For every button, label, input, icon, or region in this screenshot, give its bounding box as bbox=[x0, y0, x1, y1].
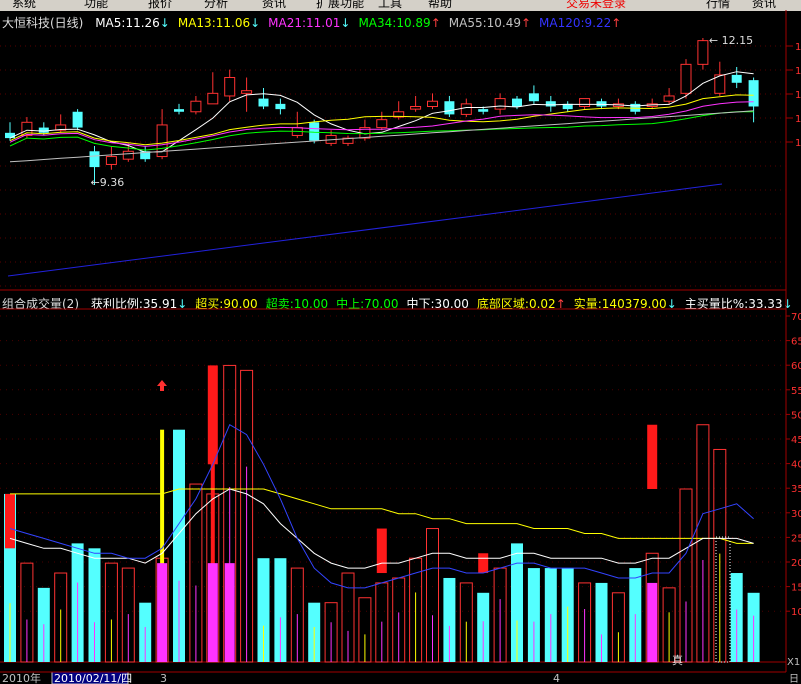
candle-down bbox=[174, 109, 184, 112]
cursor-box bbox=[715, 536, 731, 663]
month-mark-3: 3 bbox=[160, 672, 167, 684]
year-label: 2010年 bbox=[2, 671, 41, 684]
volume-magenta-fill bbox=[157, 563, 168, 662]
candle-down bbox=[5, 132, 15, 139]
vol-tick-label: 45 bbox=[791, 435, 801, 446]
volume-red-segment bbox=[478, 553, 489, 574]
candle-down bbox=[528, 93, 539, 102]
vol-tick-label: 25 bbox=[791, 533, 801, 544]
candle-up bbox=[663, 95, 675, 102]
month-mark-4: 4 bbox=[553, 672, 560, 684]
vol-tick-label: 30 bbox=[791, 509, 801, 520]
price-tick-label: 1 bbox=[795, 114, 801, 125]
buy-signal-arrow-icon bbox=[157, 380, 167, 391]
candle-up bbox=[105, 156, 117, 165]
candle-up bbox=[697, 40, 709, 65]
candle-down bbox=[478, 109, 489, 112]
candle-up bbox=[241, 90, 253, 94]
vol-tick-label: 60 bbox=[791, 361, 801, 372]
candle-down bbox=[731, 74, 742, 83]
vol-tick-label: 50 bbox=[791, 410, 801, 421]
candle-up bbox=[410, 105, 422, 110]
corner-label-2: 日 bbox=[789, 674, 799, 684]
high-price-label: ← 12.15 bbox=[709, 34, 753, 47]
candle-up bbox=[376, 119, 388, 129]
candle-up bbox=[190, 100, 202, 113]
candle-down bbox=[545, 101, 556, 107]
candle-down bbox=[444, 101, 455, 115]
candle-up bbox=[460, 103, 472, 115]
candle-down bbox=[275, 103, 286, 110]
candle-down bbox=[258, 98, 269, 107]
vol-tick-label: 40 bbox=[791, 460, 801, 471]
vol-tick-label: 65 bbox=[791, 337, 801, 348]
vol-tick-label: 10 bbox=[791, 607, 801, 618]
kline-chart[interactable]: 1 1 1 1 1 70 65 60 55 50 45 40 35 30 25 20 15 10 ← 12.15 ←9… bbox=[0, 0, 801, 684]
vol-tick-label: 15 bbox=[791, 583, 801, 594]
candle-up bbox=[207, 92, 219, 105]
price-tick-label: 1 bbox=[795, 90, 801, 101]
volume-red-segment bbox=[647, 424, 658, 489]
candle-up bbox=[122, 150, 134, 160]
candle-up bbox=[494, 98, 506, 110]
volume-magenta-fill bbox=[647, 582, 658, 662]
marker-label: 真 bbox=[672, 653, 683, 667]
volume-magenta-fill bbox=[224, 563, 235, 662]
volume-red-segment bbox=[5, 493, 15, 549]
candle-down bbox=[38, 127, 49, 133]
volume-red-segment bbox=[376, 528, 387, 574]
vol-tick-label: 55 bbox=[791, 386, 801, 397]
candle-down bbox=[72, 111, 83, 128]
candle-up bbox=[21, 121, 33, 136]
vol-tick-label: 20 bbox=[791, 558, 801, 569]
vol-tick-label: 70 bbox=[791, 312, 801, 323]
price-tick-label: 1 bbox=[795, 138, 801, 149]
candle-up bbox=[579, 98, 591, 107]
candle-up bbox=[680, 63, 692, 94]
vol-tick-label: 35 bbox=[791, 484, 801, 495]
candle-down bbox=[512, 98, 522, 107]
candle-up bbox=[224, 77, 236, 97]
candle-down bbox=[596, 101, 607, 107]
volume-red-segment bbox=[207, 365, 218, 465]
price-tick-label: 1 bbox=[795, 66, 801, 77]
date-label: 2010/02/11/四 bbox=[54, 672, 132, 684]
price-tick-label: 1 bbox=[795, 42, 801, 53]
candle-down bbox=[748, 80, 759, 107]
volume-magenta-fill bbox=[207, 563, 218, 662]
candle-down bbox=[309, 122, 320, 141]
corner-label: X1 bbox=[787, 657, 800, 668]
candle-down bbox=[89, 151, 100, 168]
low-price-label: ←9.36 bbox=[91, 176, 125, 189]
candle-up bbox=[427, 100, 438, 107]
